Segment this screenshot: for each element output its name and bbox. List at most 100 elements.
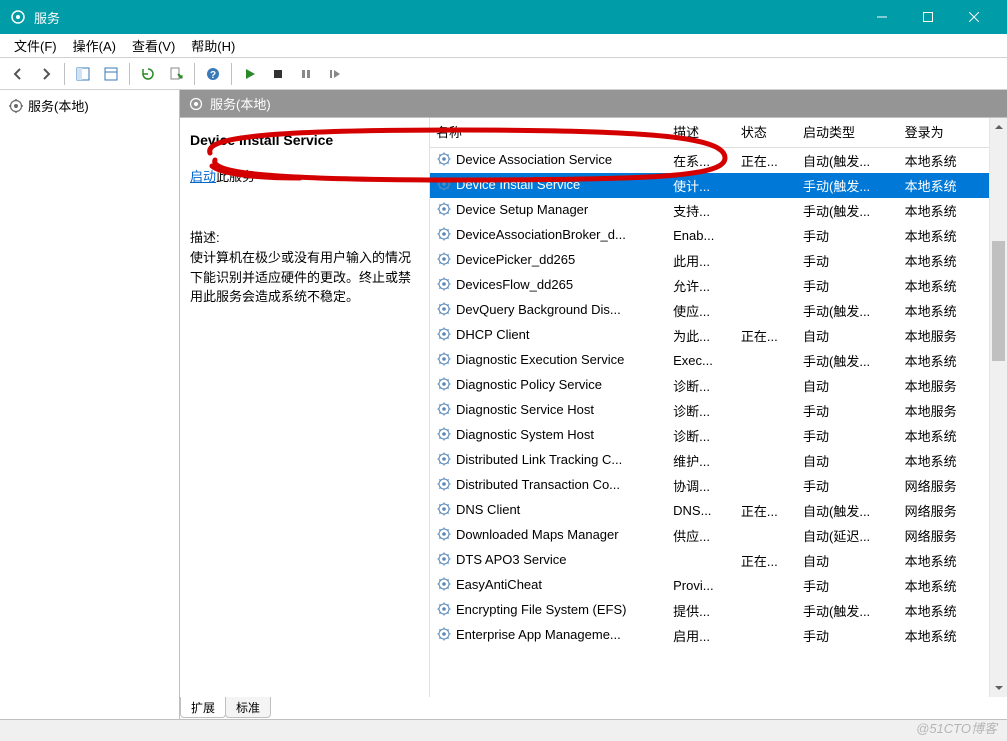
- menu-view[interactable]: 查看(V): [124, 34, 183, 57]
- cell-desc: 支持...: [667, 198, 735, 223]
- cell-desc: 启用...: [667, 623, 735, 648]
- cell-status: [735, 598, 797, 623]
- properties-button[interactable]: [98, 61, 124, 87]
- service-row[interactable]: Diagnostic Service Host诊断...手动本地服务: [430, 398, 989, 423]
- refresh-button[interactable]: [135, 61, 161, 87]
- service-row[interactable]: Device Setup Manager支持...手动(触发...本地系统: [430, 198, 989, 223]
- minimize-button[interactable]: [859, 0, 905, 34]
- scroll-thumb[interactable]: [992, 241, 1005, 361]
- service-row[interactable]: Diagnostic Policy Service诊断...自动本地服务: [430, 373, 989, 398]
- tab-extended[interactable]: 扩展: [180, 697, 226, 718]
- cell-logon: 本地系统: [899, 298, 989, 323]
- cell-desc: 诊断...: [667, 398, 735, 423]
- gear-icon: [436, 401, 452, 417]
- service-row[interactable]: Distributed Transaction Co...协调...手动网络服务: [430, 473, 989, 498]
- cell-name: Distributed Transaction Co...: [430, 473, 667, 495]
- back-button[interactable]: [5, 61, 31, 87]
- cell-name: Device Install Service: [430, 173, 667, 195]
- col-desc[interactable]: 描述: [667, 118, 735, 148]
- stop-service-button[interactable]: [265, 61, 291, 87]
- cell-logon: 本地系统: [899, 223, 989, 248]
- service-row[interactable]: DevicePicker_dd265此用...手动本地系统: [430, 248, 989, 273]
- menu-bar: 文件(F) 操作(A) 查看(V) 帮助(H): [0, 34, 1007, 58]
- service-row[interactable]: DevicesFlow_dd265允许...手动本地系统: [430, 273, 989, 298]
- cell-startup: 手动: [797, 398, 899, 423]
- cell-status: [735, 623, 797, 648]
- cell-startup: 手动(触发...: [797, 598, 899, 623]
- cell-name: Device Setup Manager: [430, 198, 667, 220]
- cell-startup: 手动(触发...: [797, 348, 899, 373]
- scroll-down-button[interactable]: [990, 679, 1007, 697]
- scroll-track[interactable]: [990, 136, 1007, 679]
- forward-button[interactable]: [33, 61, 59, 87]
- menu-help[interactable]: 帮助(H): [183, 34, 243, 57]
- gear-icon: [436, 226, 452, 242]
- col-startup[interactable]: 启动类型: [797, 118, 899, 148]
- menu-file[interactable]: 文件(F): [6, 34, 65, 57]
- show-hide-tree-button[interactable]: [70, 61, 96, 87]
- service-row[interactable]: Downloaded Maps Manager供应...自动(延迟...网络服务: [430, 523, 989, 548]
- detail-pane: Device Install Service 启动此服务 描述: 使计算机在极少…: [180, 118, 430, 697]
- close-button[interactable]: [951, 0, 997, 34]
- cell-status: [735, 373, 797, 398]
- cell-logon: 本地服务: [899, 323, 989, 348]
- pause-service-button[interactable]: [293, 61, 319, 87]
- cell-name: Downloaded Maps Manager: [430, 523, 667, 545]
- service-row[interactable]: DTS APO3 Service正在...自动本地系统: [430, 548, 989, 573]
- restart-service-button[interactable]: [321, 61, 347, 87]
- vertical-scrollbar[interactable]: [989, 118, 1007, 697]
- service-row[interactable]: Encrypting File System (EFS)提供...手动(触发..…: [430, 598, 989, 623]
- cell-logon: 本地系统: [899, 623, 989, 648]
- menu-action[interactable]: 操作(A): [65, 34, 124, 57]
- service-row[interactable]: Diagnostic System Host诊断...手动本地系统: [430, 423, 989, 448]
- cell-startup: 手动: [797, 423, 899, 448]
- pane-header: 服务(本地): [180, 90, 1007, 118]
- service-row[interactable]: DeviceAssociationBroker_d...Enab...手动本地系…: [430, 223, 989, 248]
- help-button[interactable]: ?: [200, 61, 226, 87]
- tab-standard[interactable]: 标准: [225, 697, 271, 718]
- tree-root-services[interactable]: 服务(本地): [4, 94, 175, 117]
- service-row[interactable]: Enterprise App Manageme...启用...手动本地系统: [430, 623, 989, 648]
- cell-name: Distributed Link Tracking C...: [430, 448, 667, 470]
- toolbar-separator: [129, 63, 130, 85]
- cell-logon: 本地系统: [899, 423, 989, 448]
- col-name[interactable]: 名称: [430, 118, 667, 148]
- service-row[interactable]: Device Association Service在系...正在...自动(触…: [430, 148, 989, 174]
- service-row[interactable]: DHCP Client为此...正在...自动本地服务: [430, 323, 989, 348]
- service-row[interactable]: Diagnostic Execution ServiceExec...手动(触发…: [430, 348, 989, 373]
- col-logon[interactable]: 登录为: [899, 118, 989, 148]
- gear-icon: [436, 426, 452, 442]
- start-service-link[interactable]: 启动: [190, 169, 216, 184]
- scroll-up-button[interactable]: [990, 118, 1007, 136]
- cell-startup: 手动: [797, 473, 899, 498]
- cell-status: [735, 223, 797, 248]
- service-row[interactable]: EasyAntiCheatProvi...手动本地系统: [430, 573, 989, 598]
- gear-icon: [436, 326, 452, 342]
- maximize-button[interactable]: [905, 0, 951, 34]
- col-status[interactable]: 状态: [735, 118, 797, 148]
- start-service-button[interactable]: [237, 61, 263, 87]
- start-service-suffix: 此服务: [216, 169, 255, 184]
- title-bar: 服务: [0, 0, 1007, 34]
- gear-icon: [436, 501, 452, 517]
- tree-pane: 服务(本地): [0, 90, 180, 719]
- cell-logon: 本地系统: [899, 173, 989, 198]
- export-list-button[interactable]: [163, 61, 189, 87]
- cell-logon: 本地系统: [899, 148, 989, 174]
- gear-icon: [436, 176, 452, 192]
- service-row[interactable]: Distributed Link Tracking C...维护...自动本地系…: [430, 448, 989, 473]
- list-pane: 名称 描述 状态 启动类型 登录为 Device Association Ser…: [430, 118, 1007, 697]
- service-row[interactable]: Device Install Service使计...手动(触发...本地系统: [430, 173, 989, 198]
- gear-icon: [436, 526, 452, 542]
- cell-status: [735, 273, 797, 298]
- cell-desc: 此用...: [667, 248, 735, 273]
- gear-icon: [436, 276, 452, 292]
- toolbar: ?: [0, 58, 1007, 90]
- cell-desc: 诊断...: [667, 423, 735, 448]
- svg-text:?: ?: [210, 70, 216, 81]
- cell-logon: 本地系统: [899, 448, 989, 473]
- cell-logon: 本地服务: [899, 373, 989, 398]
- service-row[interactable]: DevQuery Background Dis...使应...手动(触发...本…: [430, 298, 989, 323]
- service-row[interactable]: DNS ClientDNS...正在...自动(触发...网络服务: [430, 498, 989, 523]
- cell-logon: 网络服务: [899, 498, 989, 523]
